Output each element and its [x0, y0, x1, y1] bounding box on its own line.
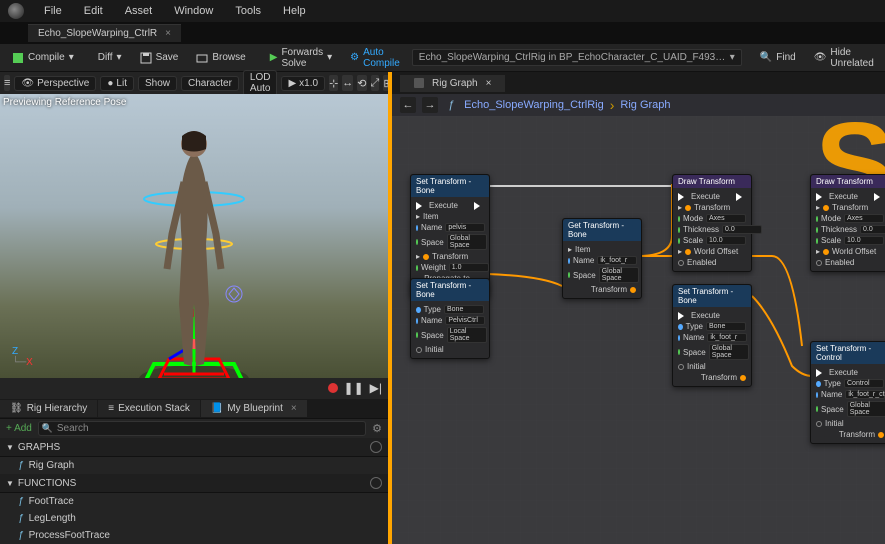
diff-button[interactable]: Diff▾ [92, 49, 128, 66]
menu-edit[interactable]: Edit [74, 3, 113, 19]
chevron-right-icon: › [610, 97, 615, 113]
search-input[interactable]: Search [38, 421, 366, 436]
transform-rotate-button[interactable]: ⟲ [357, 75, 366, 91]
gear-icon[interactable]: ⚙ [372, 422, 382, 435]
menu-help[interactable]: Help [273, 3, 316, 19]
auto-compile-button[interactable]: ⚙Auto Compile [344, 44, 406, 72]
menu-bar: File Edit Asset Window Tools Help [0, 0, 885, 22]
lod-dropdown[interactable]: LOD Auto [243, 70, 278, 96]
hide-unrelated-button[interactable]: 👁Hide Unrelated⋮ [808, 44, 885, 72]
menu-window[interactable]: Window [164, 3, 223, 19]
close-icon[interactable]: × [486, 78, 492, 89]
unreal-logo-icon [8, 3, 24, 19]
node-draw-transform-1[interactable]: Draw Transform Execute ▸Transform ModeAx… [672, 174, 752, 272]
forwards-solve-button[interactable]: ▶Forwards Solve▾ [264, 44, 338, 72]
document-tab-label: Echo_SlopeWarping_CtrlR [38, 28, 157, 39]
nav-forward-button[interactable]: → [422, 97, 438, 113]
tab-rig-hierarchy[interactable]: ⛓ Rig Hierarchy [0, 400, 97, 417]
transform-scale-button[interactable]: ⤢ [371, 75, 380, 91]
add-graph-icon[interactable] [370, 441, 382, 453]
tab-execution-stack[interactable]: ≡ Execution Stack [98, 400, 200, 417]
viewport-status-label: Previewing Reference Pose [3, 97, 126, 108]
find-button[interactable]: 🔍Find [754, 49, 802, 66]
transform-move-button[interactable]: ↔ [342, 75, 353, 91]
node-graph-canvas[interactable]: S Set Transform - Bone Execute ▸ Item Na… [392, 116, 885, 544]
breadcrumb-asset[interactable]: Echo_SlopeWarping_CtrlRig [464, 99, 604, 111]
playback-bar: ❚❚ ▶| [0, 378, 388, 399]
graph-tab[interactable]: Rig Graph× [400, 75, 505, 92]
toolbar: Compile▾ Diff▾ Save Browse ▶Forwards Sol… [0, 44, 885, 72]
graph-tabs: Rig Graph× [392, 72, 885, 94]
perspective-dropdown[interactable]: 👁 Perspective [14, 76, 96, 91]
viewport-3d[interactable]: Previewing Reference Pose Z [0, 94, 388, 378]
menu-tools[interactable]: Tools [225, 3, 271, 19]
function-item[interactable]: ƒLegLength [0, 510, 388, 527]
section-graphs[interactable]: ▼GRAPHS [0, 438, 388, 457]
axis-gizmo: Z └─X [12, 346, 33, 368]
document-tab[interactable]: Echo_SlopeWarping_CtrlR × [28, 24, 181, 42]
character-mesh [134, 104, 254, 378]
graph-item-rig-graph[interactable]: ƒRig Graph [0, 457, 388, 474]
add-function-icon[interactable] [370, 477, 382, 489]
close-icon[interactable]: × [291, 403, 297, 414]
character-dropdown[interactable]: Character [181, 76, 239, 91]
add-button[interactable]: + Add [6, 423, 32, 434]
close-icon[interactable]: × [165, 28, 171, 39]
node-draw-transform-2[interactable]: Draw Transform Execute ▸Transform ModeAx… [810, 174, 885, 272]
browse-button[interactable]: Browse [190, 49, 251, 67]
node-set-transform-bone-2[interactable]: Set Transform - Bone TypeBone NamePelvis… [410, 278, 490, 359]
nav-back-button[interactable]: ← [400, 97, 416, 113]
pause-button[interactable]: ❚❚ [344, 381, 364, 395]
node-set-transform-control[interactable]: Set Transform - Control Execute TypeCont… [810, 341, 885, 444]
node-get-transform-bone[interactable]: Get Transform - Bone ▸ Item Nameik_foot_… [562, 218, 642, 299]
menu-asset[interactable]: Asset [115, 3, 163, 19]
tab-my-blueprint[interactable]: 📘 My Blueprint× [201, 400, 307, 417]
section-functions[interactable]: ▼FUNCTIONS [0, 474, 388, 493]
function-item[interactable]: ƒFootTrace [0, 493, 388, 510]
breadcrumb-graph[interactable]: Rig Graph [620, 99, 670, 111]
asset-path-dropdown[interactable]: Echo_SlopeWarping_CtrlRig in BP_EchoChar… [412, 49, 742, 66]
save-button[interactable]: Save [134, 49, 185, 67]
show-dropdown[interactable]: Show [138, 76, 177, 91]
record-button[interactable] [328, 383, 338, 393]
function-icon: ƒ [448, 99, 454, 111]
menu-file[interactable]: File [34, 3, 72, 19]
transform-select-button[interactable]: ⊹ [329, 75, 338, 91]
lit-dropdown[interactable]: ● Lit [100, 76, 134, 91]
speed-button[interactable]: ▶ x1.0 [281, 76, 325, 91]
document-tab-bar: Echo_SlopeWarping_CtrlR × [0, 22, 885, 44]
graph-icon [414, 78, 424, 88]
viewport-menu-button[interactable]: ≡ [4, 75, 10, 91]
function-item[interactable]: ƒProcessFootTrace [0, 527, 388, 544]
bottom-panel-tabs: ⛓ Rig Hierarchy ≡ Execution Stack 📘 My B… [0, 399, 388, 419]
node-set-transform-bone-3[interactable]: Set Transform - Bone Execute TypeBone Na… [672, 284, 752, 387]
step-button[interactable]: ▶| [370, 381, 382, 395]
panel-toolbar: + Add Search ⚙ [0, 419, 388, 439]
compile-button[interactable]: Compile▾ [6, 49, 80, 67]
viewport-toolbar: ≡ 👁 Perspective ● Lit Show Character LOD… [0, 72, 388, 94]
breadcrumb: ← → ƒ Echo_SlopeWarping_CtrlRig › Rig Gr… [392, 94, 885, 116]
